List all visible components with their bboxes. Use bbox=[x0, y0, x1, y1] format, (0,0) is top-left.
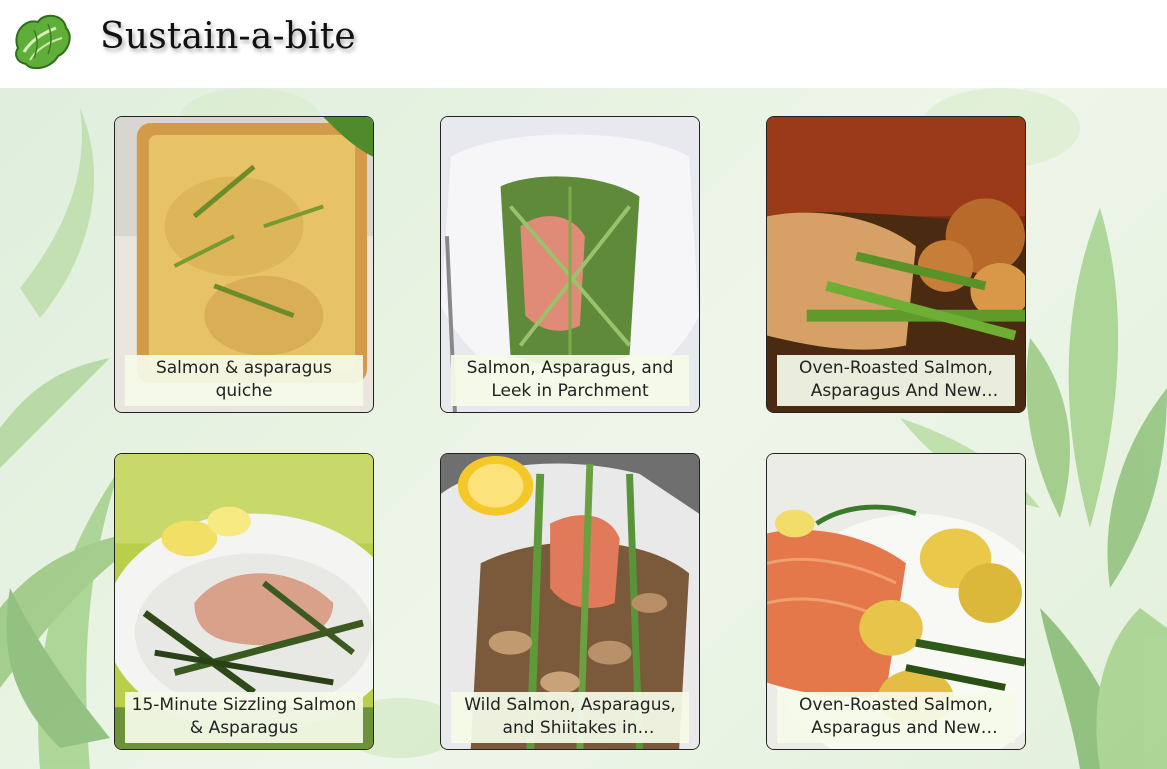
recipe-title: Oven-Roasted Salmon, Asparagus and New P… bbox=[777, 692, 1015, 743]
app-header: Sustain-a-bite bbox=[0, 0, 1167, 88]
recipe-card[interactable]: Salmon & asparagus quiche bbox=[114, 116, 374, 413]
app-title: Sustain-a-bite bbox=[100, 16, 356, 57]
recipe-card[interactable]: Salmon, Asparagus, and Leek in Parchment bbox=[440, 116, 700, 413]
recipe-grid: Salmon & asparagus quiche Salmon, Aspara… bbox=[0, 88, 1167, 769]
recipe-card[interactable]: Oven-Roasted Salmon, Asparagus and New P… bbox=[766, 453, 1026, 750]
recipe-card[interactable]: Oven-Roasted Salmon, Asparagus And New P… bbox=[766, 116, 1026, 413]
recipe-title: Salmon, Asparagus, and Leek in Parchment bbox=[451, 355, 689, 406]
recipe-gallery: Salmon & asparagus quiche Salmon, Aspara… bbox=[0, 88, 1167, 769]
lettuce-icon[interactable] bbox=[8, 8, 76, 76]
recipe-title: Oven-Roasted Salmon, Asparagus And New P… bbox=[777, 355, 1015, 406]
recipe-title: 15-Minute Sizzling Salmon & Asparagus bbox=[125, 692, 363, 743]
recipe-card[interactable]: Wild Salmon, Asparagus, and Shiitakes in… bbox=[440, 453, 700, 750]
recipe-title: Salmon & asparagus quiche bbox=[125, 355, 363, 406]
recipe-card[interactable]: 15-Minute Sizzling Salmon & Asparagus bbox=[114, 453, 374, 750]
recipe-title: Wild Salmon, Asparagus, and Shiitakes in… bbox=[451, 692, 689, 743]
